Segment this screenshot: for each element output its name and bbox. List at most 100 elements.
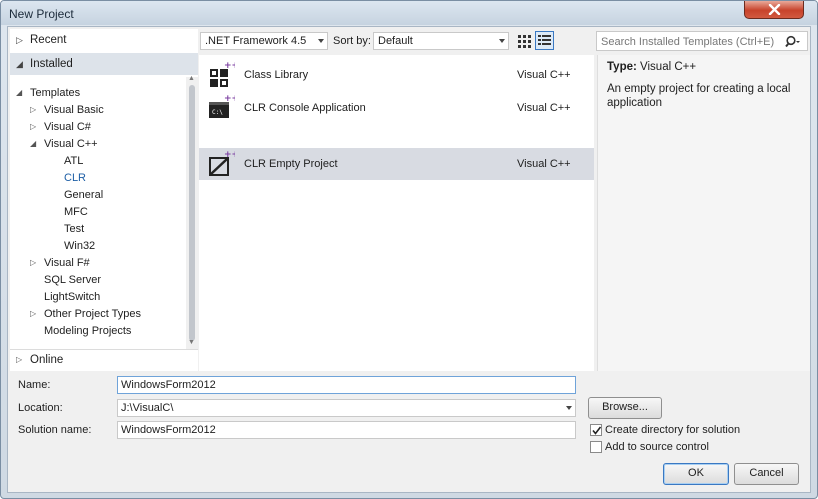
source-control-checkbox[interactable] bbox=[590, 441, 602, 453]
empty-project-icon: ++ bbox=[209, 150, 235, 176]
template-tree-panel: ▷ Recent ◢ Installed ◢ Templates ▷ Visual B… bbox=[10, 29, 198, 371]
tree-online-label: Online bbox=[30, 354, 64, 366]
expand-arrow-icon: ▷ bbox=[16, 355, 23, 364]
dialog-body: ▷ Recent ◢ Installed ◢ Templates ▷ Visual B… bbox=[7, 26, 811, 493]
title-bar: New Project bbox=[1, 1, 817, 25]
list-view-icon bbox=[538, 35, 551, 45]
template-row-clr-console[interactable]: C:\ ++ CLR Console Application Visual C+… bbox=[199, 92, 594, 124]
template-name: Class Library bbox=[244, 69, 309, 81]
tree-item[interactable]: Win32 bbox=[10, 238, 186, 255]
source-control-label[interactable]: Add to source control bbox=[605, 441, 709, 453]
tree-scrollbar[interactable]: ▲ ▼ bbox=[186, 75, 198, 349]
browse-button[interactable]: Browse... bbox=[588, 397, 662, 419]
tree-item-label: CLR bbox=[64, 172, 87, 184]
tree-item-label: SQL Server bbox=[44, 274, 102, 286]
template-row-clr-empty[interactable]: ++ CLR Empty Project Visual C++ bbox=[199, 148, 594, 180]
solution-name-input[interactable]: WindowsForm2012 bbox=[117, 421, 576, 439]
tree-recent[interactable]: ▷ Recent bbox=[10, 29, 198, 51]
scrollbar-thumb[interactable] bbox=[189, 85, 195, 341]
class-library-icon: ++ bbox=[210, 61, 235, 87]
expand-arrow-icon[interactable]: ▷ bbox=[30, 122, 40, 131]
template-description: An empty project for creating a local ap… bbox=[607, 83, 791, 109]
window-title: New Project bbox=[9, 7, 74, 21]
tree-item-label: Visual C# bbox=[44, 121, 91, 133]
chevron-down-icon bbox=[499, 39, 505, 43]
solution-name-label: Solution name: bbox=[18, 424, 92, 436]
location-combobox[interactable]: J:\VisualC\ bbox=[117, 399, 576, 417]
name-label: Name: bbox=[18, 379, 51, 391]
tree-item-label: Templates bbox=[30, 87, 81, 99]
template-name: CLR Console Application bbox=[244, 102, 366, 114]
create-directory-label[interactable]: Create directory for solution bbox=[605, 424, 740, 436]
collapse-arrow-icon[interactable]: ◢ bbox=[30, 139, 40, 148]
svg-text:++: ++ bbox=[224, 94, 235, 104]
expand-arrow-icon: ▷ bbox=[16, 35, 23, 45]
tree-item[interactable]: SQL Server bbox=[10, 272, 186, 289]
tree-item[interactable]: Test bbox=[10, 221, 186, 238]
search-templates-input[interactable]: Search Installed Templates (Ctrl+E) bbox=[596, 31, 808, 51]
sort-dropdown[interactable]: Default bbox=[373, 32, 509, 50]
template-list: ++ Class Library Visual C++ C:\ ++ CLR C… bbox=[199, 55, 594, 371]
console-app-icon: C:\ ++ bbox=[209, 94, 235, 118]
tree-installed[interactable]: ◢ Installed bbox=[10, 53, 198, 75]
template-tree: ◢ Templates ▷ Visual Basic ▷ Visual C# ◢ Visual… bbox=[10, 77, 198, 343]
small-icons-view-button[interactable] bbox=[515, 32, 533, 50]
tree-item-label: Visual F# bbox=[44, 257, 90, 269]
tree-item[interactable]: CLR bbox=[10, 170, 186, 187]
tree-item[interactable]: ATL bbox=[10, 153, 186, 170]
name-input[interactable]: WindowsForm2012 bbox=[117, 376, 576, 394]
tree-item[interactable]: LightSwitch bbox=[10, 289, 186, 306]
template-language: Visual C++ bbox=[517, 69, 571, 81]
template-type: Type: Visual C++ bbox=[607, 61, 696, 73]
scroll-down-icon[interactable]: ▼ bbox=[188, 339, 195, 346]
tree-item[interactable]: General bbox=[10, 187, 186, 204]
ok-button[interactable]: OK bbox=[663, 463, 729, 485]
framework-dropdown[interactable]: .NET Framework 4.5 bbox=[200, 32, 328, 50]
cancel-button[interactable]: Cancel bbox=[734, 463, 799, 485]
location-label: Location: bbox=[18, 402, 63, 414]
tree-item-label: General bbox=[64, 189, 104, 201]
close-button[interactable] bbox=[744, 1, 804, 19]
tree-item[interactable]: ◢ Templates bbox=[10, 85, 186, 102]
close-icon bbox=[768, 4, 781, 15]
expand-arrow-icon[interactable]: ▷ bbox=[30, 309, 40, 318]
tree-item-label: Visual Basic bbox=[44, 104, 104, 116]
tree-item-label: Win32 bbox=[64, 240, 96, 252]
template-name: CLR Empty Project bbox=[244, 158, 338, 170]
chevron-down-icon[interactable] bbox=[566, 406, 572, 410]
svg-text:C:\: C:\ bbox=[212, 109, 223, 116]
template-row-class-library[interactable]: ++ Class Library Visual C++ bbox=[199, 59, 594, 91]
tree-item[interactable]: ◢ Visual C++ bbox=[10, 136, 186, 153]
chevron-down-icon bbox=[318, 39, 324, 43]
expand-arrow-icon[interactable]: ▷ bbox=[30, 105, 40, 114]
search-icon[interactable] bbox=[785, 35, 801, 49]
type-label: Type: bbox=[607, 61, 637, 73]
tree-item[interactable]: ▷ Visual F# bbox=[10, 255, 186, 272]
create-directory-checkbox[interactable] bbox=[590, 424, 602, 436]
tree-item-label: Visual C++ bbox=[44, 138, 98, 150]
tree-installed-label: Installed bbox=[30, 58, 73, 70]
tree-item-label: LightSwitch bbox=[44, 291, 101, 303]
template-language: Visual C++ bbox=[517, 158, 571, 170]
tree-item[interactable]: ▷ Visual C# bbox=[10, 119, 186, 136]
list-view-button[interactable] bbox=[535, 31, 554, 50]
location-value: J:\VisualC\ bbox=[121, 402, 174, 414]
tree-item[interactable]: ▷ Visual Basic bbox=[10, 102, 186, 119]
collapse-arrow-icon[interactable]: ◢ bbox=[16, 88, 26, 97]
scroll-up-icon[interactable]: ▲ bbox=[188, 75, 195, 82]
expand-arrow-icon[interactable]: ▷ bbox=[30, 258, 40, 267]
template-details-panel: Type: Visual C++ An empty project for cr… bbox=[597, 55, 810, 371]
tree-item-label: Test bbox=[64, 223, 85, 235]
tree-item[interactable]: MFC bbox=[10, 204, 186, 221]
tree-item-label: Other Project Types bbox=[44, 308, 142, 320]
name-value: WindowsForm2012 bbox=[121, 379, 216, 391]
tree-item[interactable]: Modeling Projects bbox=[10, 323, 186, 340]
sort-value: Default bbox=[378, 35, 413, 47]
solution-name-value: WindowsForm2012 bbox=[121, 424, 216, 436]
sort-label: Sort by: bbox=[333, 35, 371, 47]
checkmark-icon bbox=[592, 426, 602, 435]
tree-item[interactable]: ▷ Other Project Types bbox=[10, 306, 186, 323]
svg-text:++: ++ bbox=[224, 150, 235, 160]
tree-online[interactable]: ▷ Online bbox=[10, 349, 198, 369]
tree-item-label: MFC bbox=[64, 206, 88, 218]
